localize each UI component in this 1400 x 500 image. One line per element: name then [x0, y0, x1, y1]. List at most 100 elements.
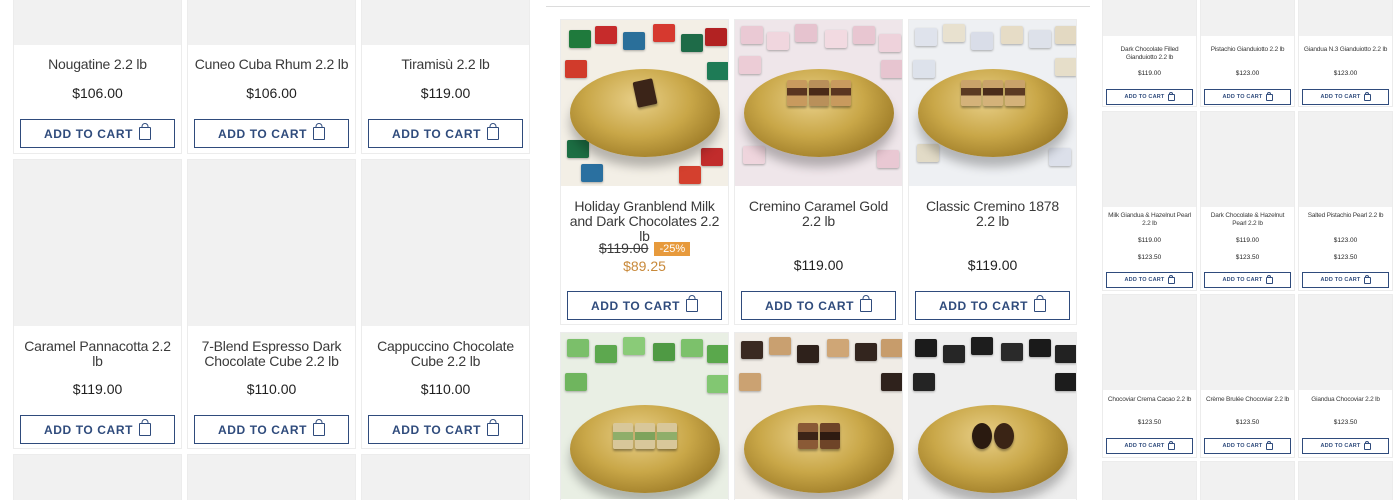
product-name[interactable]: 7-Blend Espresso Dark Chocolate Cube 2.2… — [194, 339, 349, 369]
product-image[interactable] — [362, 0, 529, 45]
product-card: Cremino Caramel Gold 2.2 lb $119.00 ADD … — [734, 19, 903, 325]
shopping-bag-icon — [1265, 442, 1273, 450]
product-name[interactable]: Cappuccino Chocolate Cube 2.2 lb — [368, 339, 523, 369]
add-to-cart-button[interactable]: ADD TO CART — [368, 415, 523, 444]
product-image[interactable] — [561, 20, 728, 186]
shopping-bag-icon — [139, 423, 152, 436]
add-to-cart-button[interactable]: ADD TO CART — [1204, 272, 1291, 288]
add-to-cart-button[interactable]: ADD TO CART — [194, 119, 349, 148]
product-image[interactable] — [909, 20, 1076, 186]
add-to-cart-button[interactable]: ADD TO CART — [1302, 89, 1389, 105]
product-image[interactable] — [1299, 0, 1392, 36]
shopping-bag-icon — [1363, 93, 1371, 101]
product-price: $123.50 — [1137, 419, 1162, 426]
product-image[interactable] — [1201, 0, 1294, 36]
product-image[interactable] — [14, 0, 181, 45]
product-image[interactable] — [362, 455, 529, 500]
add-to-cart-button[interactable]: ADD TO CART — [1106, 438, 1193, 454]
product-name[interactable]: Cuneo Cuba Rhum 2.2 lb — [194, 57, 349, 72]
add-to-cart-button[interactable]: ADD TO CART — [1204, 438, 1291, 454]
product-image[interactable] — [1103, 462, 1196, 500]
product-image[interactable] — [909, 333, 1076, 499]
product-image[interactable] — [362, 160, 529, 326]
product-image[interactable] — [1201, 112, 1294, 207]
product-name[interactable]: Holiday Granblend Milk and Dark Chocolat… — [567, 199, 722, 244]
add-to-cart-button[interactable]: ADD TO CART — [1106, 89, 1193, 105]
product-name[interactable]: Tiramisù 2.2 lb — [368, 57, 523, 72]
product-price: $110.00 — [246, 381, 297, 397]
product-image[interactable] — [1299, 462, 1392, 500]
add-to-cart-button[interactable]: ADD TO CART — [915, 291, 1070, 320]
add-to-cart-button[interactable]: ADD TO CART — [20, 119, 175, 148]
add-to-cart-button[interactable]: ADD TO CART — [1204, 89, 1291, 105]
product-name[interactable]: Crème Brulée Chocoviar 2.2 lb — [1204, 396, 1291, 404]
shopping-bag-icon — [860, 299, 873, 312]
product-card: Holiday Granblend Milk and Dark Chocolat… — [560, 19, 729, 325]
product-card — [187, 454, 356, 500]
shopping-bag-icon — [1265, 276, 1273, 284]
product-name[interactable]: Salted Pistachio Pearl 2.2 lb — [1302, 212, 1389, 220]
add-to-cart-button[interactable]: ADD TO CART — [741, 291, 896, 320]
product-name[interactable]: Caramel Pannacotta 2.2 lb — [20, 339, 175, 369]
add-to-cart-button[interactable]: ADD TO CART — [1106, 272, 1193, 288]
add-to-cart-button[interactable]: ADD TO CART — [1302, 272, 1389, 288]
add-to-cart-button[interactable]: ADD TO CART — [20, 415, 175, 444]
shopping-bag-icon — [1265, 93, 1273, 101]
product-image[interactable] — [561, 333, 728, 499]
shopping-bag-icon — [686, 299, 699, 312]
product-image[interactable] — [1201, 462, 1294, 500]
product-price: $119.00 — [967, 257, 1018, 273]
product-name[interactable]: Dark Chocolate Filled Gianduiotto 2.2 lb — [1106, 46, 1193, 61]
product-name[interactable]: Classic Cremino 1878 2.2 lb — [915, 199, 1070, 229]
shopping-bag-icon — [1167, 442, 1175, 450]
product-image[interactable] — [14, 160, 181, 326]
product-name[interactable]: Cremino Caramel Gold 2.2 lb — [741, 199, 896, 229]
shopping-bag-icon — [1034, 299, 1047, 312]
product-price: $123.50 — [1333, 419, 1358, 426]
product-image[interactable] — [735, 333, 902, 499]
add-to-cart-button[interactable]: ADD TO CART — [194, 415, 349, 444]
product-name[interactable]: Giandua Chocoviar 2.2 lb — [1302, 396, 1389, 404]
product-name[interactable]: Chocoviar Crema Cacao 2.2 lb — [1106, 396, 1193, 404]
product-price-alt: $123.50 — [1137, 254, 1162, 261]
add-to-cart-button[interactable]: ADD TO CART — [368, 119, 523, 148]
shopping-bag-icon — [313, 423, 326, 436]
product-image[interactable] — [188, 0, 355, 45]
right-product-grid: Dark Chocolate Filled Gianduiotto 2.2 lb… — [1100, 0, 1400, 500]
product-card — [1298, 461, 1393, 500]
discount-badge: -25% — [654, 242, 691, 256]
product-card: Chocoviar Crema Cacao 2.2 lb $123.50 ADD… — [1102, 294, 1197, 458]
shopping-bag-icon — [313, 127, 326, 140]
product-image[interactable] — [1103, 0, 1196, 36]
product-card: Cuneo Cuba Rhum 2.2 lb $106.00 ADD TO CA… — [187, 0, 356, 154]
product-card — [1200, 461, 1295, 500]
product-image[interactable] — [1299, 112, 1392, 207]
product-image[interactable] — [14, 455, 181, 500]
product-name[interactable]: Milk Giandua & Hazelnut Pearl 2.2 lb — [1106, 212, 1193, 227]
product-card: Dark Chocolate & Hazelnut Pearl 2.2 lb $… — [1200, 111, 1295, 291]
product-name[interactable]: Nougatine 2.2 lb — [20, 57, 175, 72]
product-image[interactable] — [1299, 295, 1392, 390]
product-image[interactable] — [1103, 112, 1196, 207]
product-name[interactable]: Dark Chocolate & Hazelnut Pearl 2.2 lb — [1204, 212, 1291, 227]
product-card: Dark Chocolate Filled Gianduiotto 2.2 lb… — [1102, 0, 1197, 107]
left-product-grid: Nougatine 2.2 lb $106.00 ADD TO CART Cun… — [0, 0, 540, 500]
product-card: Tiramisù 2.2 lb $119.00 ADD TO CART — [361, 0, 530, 154]
product-image[interactable] — [188, 160, 355, 326]
product-card: Pistachio Gianduiotto 2.2 lb $123.00 ADD… — [1200, 0, 1295, 107]
product-card — [13, 454, 182, 500]
sale-price: $89.25 — [623, 258, 666, 274]
product-name[interactable]: Pistachio Gianduiotto 2.2 lb — [1204, 46, 1291, 54]
product-image[interactable] — [1201, 295, 1294, 390]
product-image[interactable] — [1103, 295, 1196, 390]
product-price: $123.00 — [1235, 70, 1260, 77]
middle-product-grid: Holiday Granblend Milk and Dark Chocolat… — [555, 0, 1085, 500]
product-name[interactable]: Giandua N.3 Gianduiotto 2.2 lb — [1302, 46, 1389, 54]
product-image[interactable] — [735, 20, 902, 186]
product-card: Milk Giandua & Hazelnut Pearl 2.2 lb $11… — [1102, 111, 1197, 291]
product-image[interactable] — [188, 455, 355, 500]
product-price: $110.00 — [420, 381, 471, 397]
add-to-cart-button[interactable]: ADD TO CART — [1302, 438, 1389, 454]
product-card — [734, 332, 903, 500]
add-to-cart-button[interactable]: ADD TO CART — [567, 291, 722, 320]
